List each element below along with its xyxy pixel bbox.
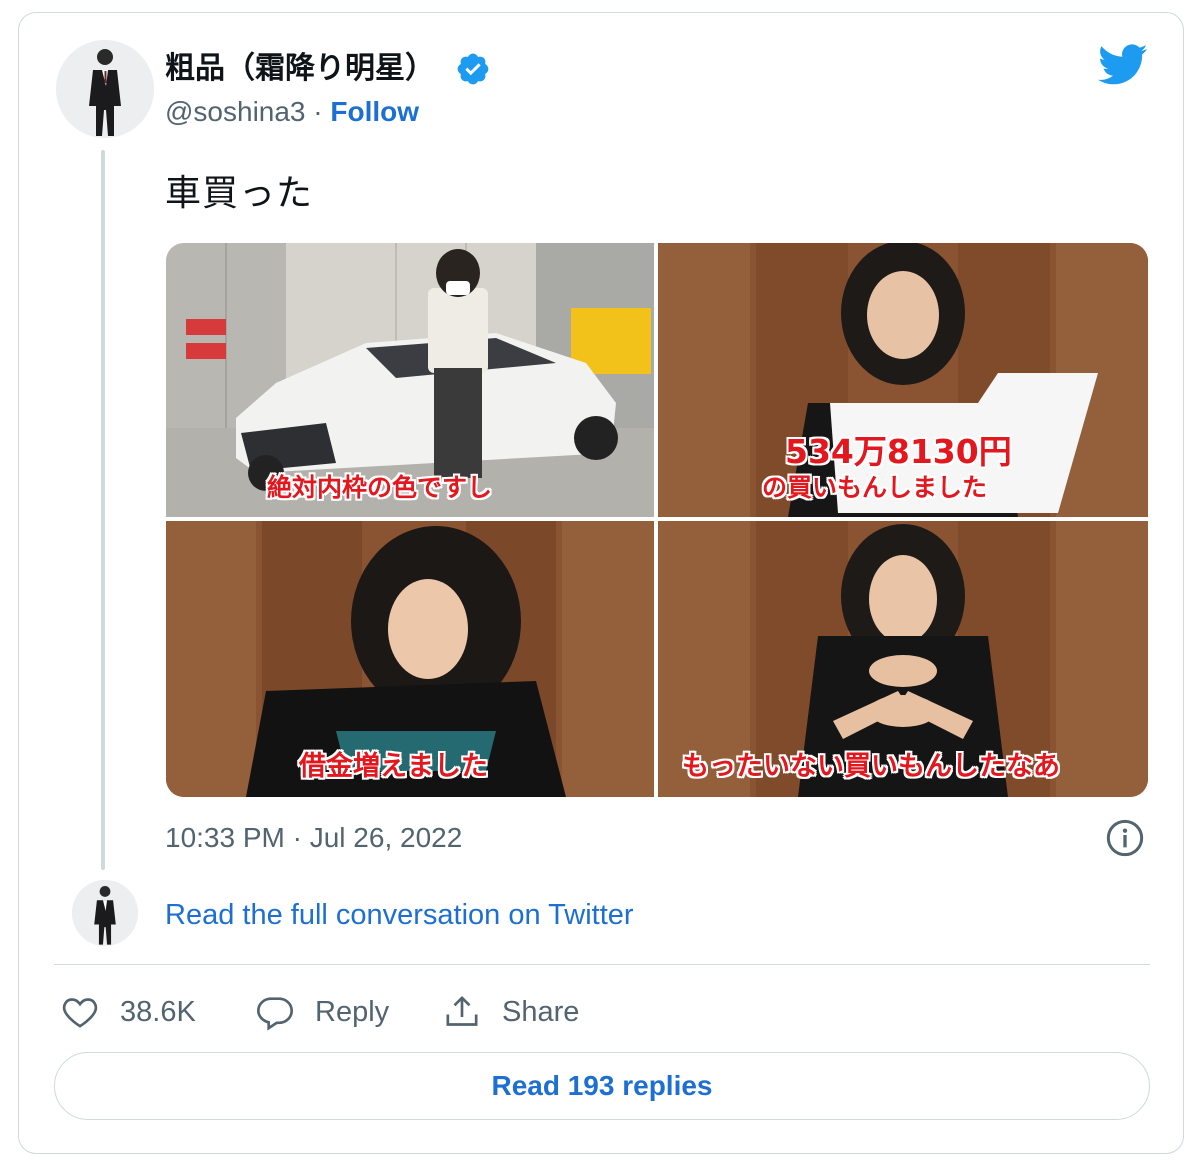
thread-connector-line: [101, 150, 105, 870]
author-handle[interactable]: @soshina3: [165, 96, 306, 127]
tweet-media-grid: 絶対内枠の色ですし 534万8130円 の買いもんしました 借金増えました もっ…: [166, 243, 1148, 797]
media-caption-2a: 534万8130円: [785, 432, 1012, 471]
media-photo-3[interactable]: 借金増えました: [166, 521, 654, 797]
like-button[interactable]: 38.6K: [60, 990, 196, 1034]
media-caption-1: 絶対内枠の色ですし: [267, 473, 493, 502]
media-photo-2[interactable]: 534万8130円 の買いもんしました: [658, 243, 1148, 517]
tweet-text: 車買った: [165, 172, 314, 213]
author-handle-row: @soshina3 · Follow: [165, 94, 419, 130]
heart-icon: [62, 998, 98, 1028]
reply-label: Reply: [315, 995, 390, 1028]
reply-button[interactable]: Reply: [255, 990, 389, 1034]
read-full-conversation-link[interactable]: Read the full conversation on Twitter: [165, 896, 634, 934]
handle-separator: ·: [305, 96, 331, 127]
read-replies-label: Read 193 replies: [491, 1070, 713, 1101]
media-caption-4: もったいない買いもんしたなあ: [682, 751, 1060, 782]
author-name[interactable]: 粗品（霜降り明星）: [165, 50, 435, 88]
verified-badge-icon: [457, 53, 489, 85]
media-caption-3: 借金増えました: [299, 751, 488, 782]
share-label: Share: [502, 995, 580, 1028]
read-replies-button[interactable]: Read 193 replies: [54, 1052, 1150, 1120]
media-caption-2b: の買いもんしました: [762, 473, 988, 502]
author-avatar[interactable]: [56, 40, 154, 138]
twitter-bird-icon[interactable]: [1098, 44, 1148, 86]
share-button[interactable]: Share: [442, 990, 579, 1034]
media-photo-1[interactable]: 絶対内枠の色ですし: [166, 243, 654, 517]
speech-bubble-icon: [256, 997, 294, 1031]
actions-divider: [54, 964, 1150, 965]
info-icon[interactable]: [1105, 818, 1145, 858]
media-photo-4[interactable]: もったいない買いもんしたなあ: [658, 521, 1148, 797]
person-in-suit-avatar-icon: [56, 40, 154, 138]
like-count: 38.6K: [120, 995, 196, 1028]
tweet-timestamp[interactable]: 10:33 PM · Jul 26, 2022: [165, 820, 462, 856]
follow-button[interactable]: Follow: [330, 96, 419, 127]
person-in-suit-avatar-icon: [72, 880, 138, 946]
thread-avatar[interactable]: [72, 880, 138, 946]
share-upload-icon: [446, 995, 478, 1026]
